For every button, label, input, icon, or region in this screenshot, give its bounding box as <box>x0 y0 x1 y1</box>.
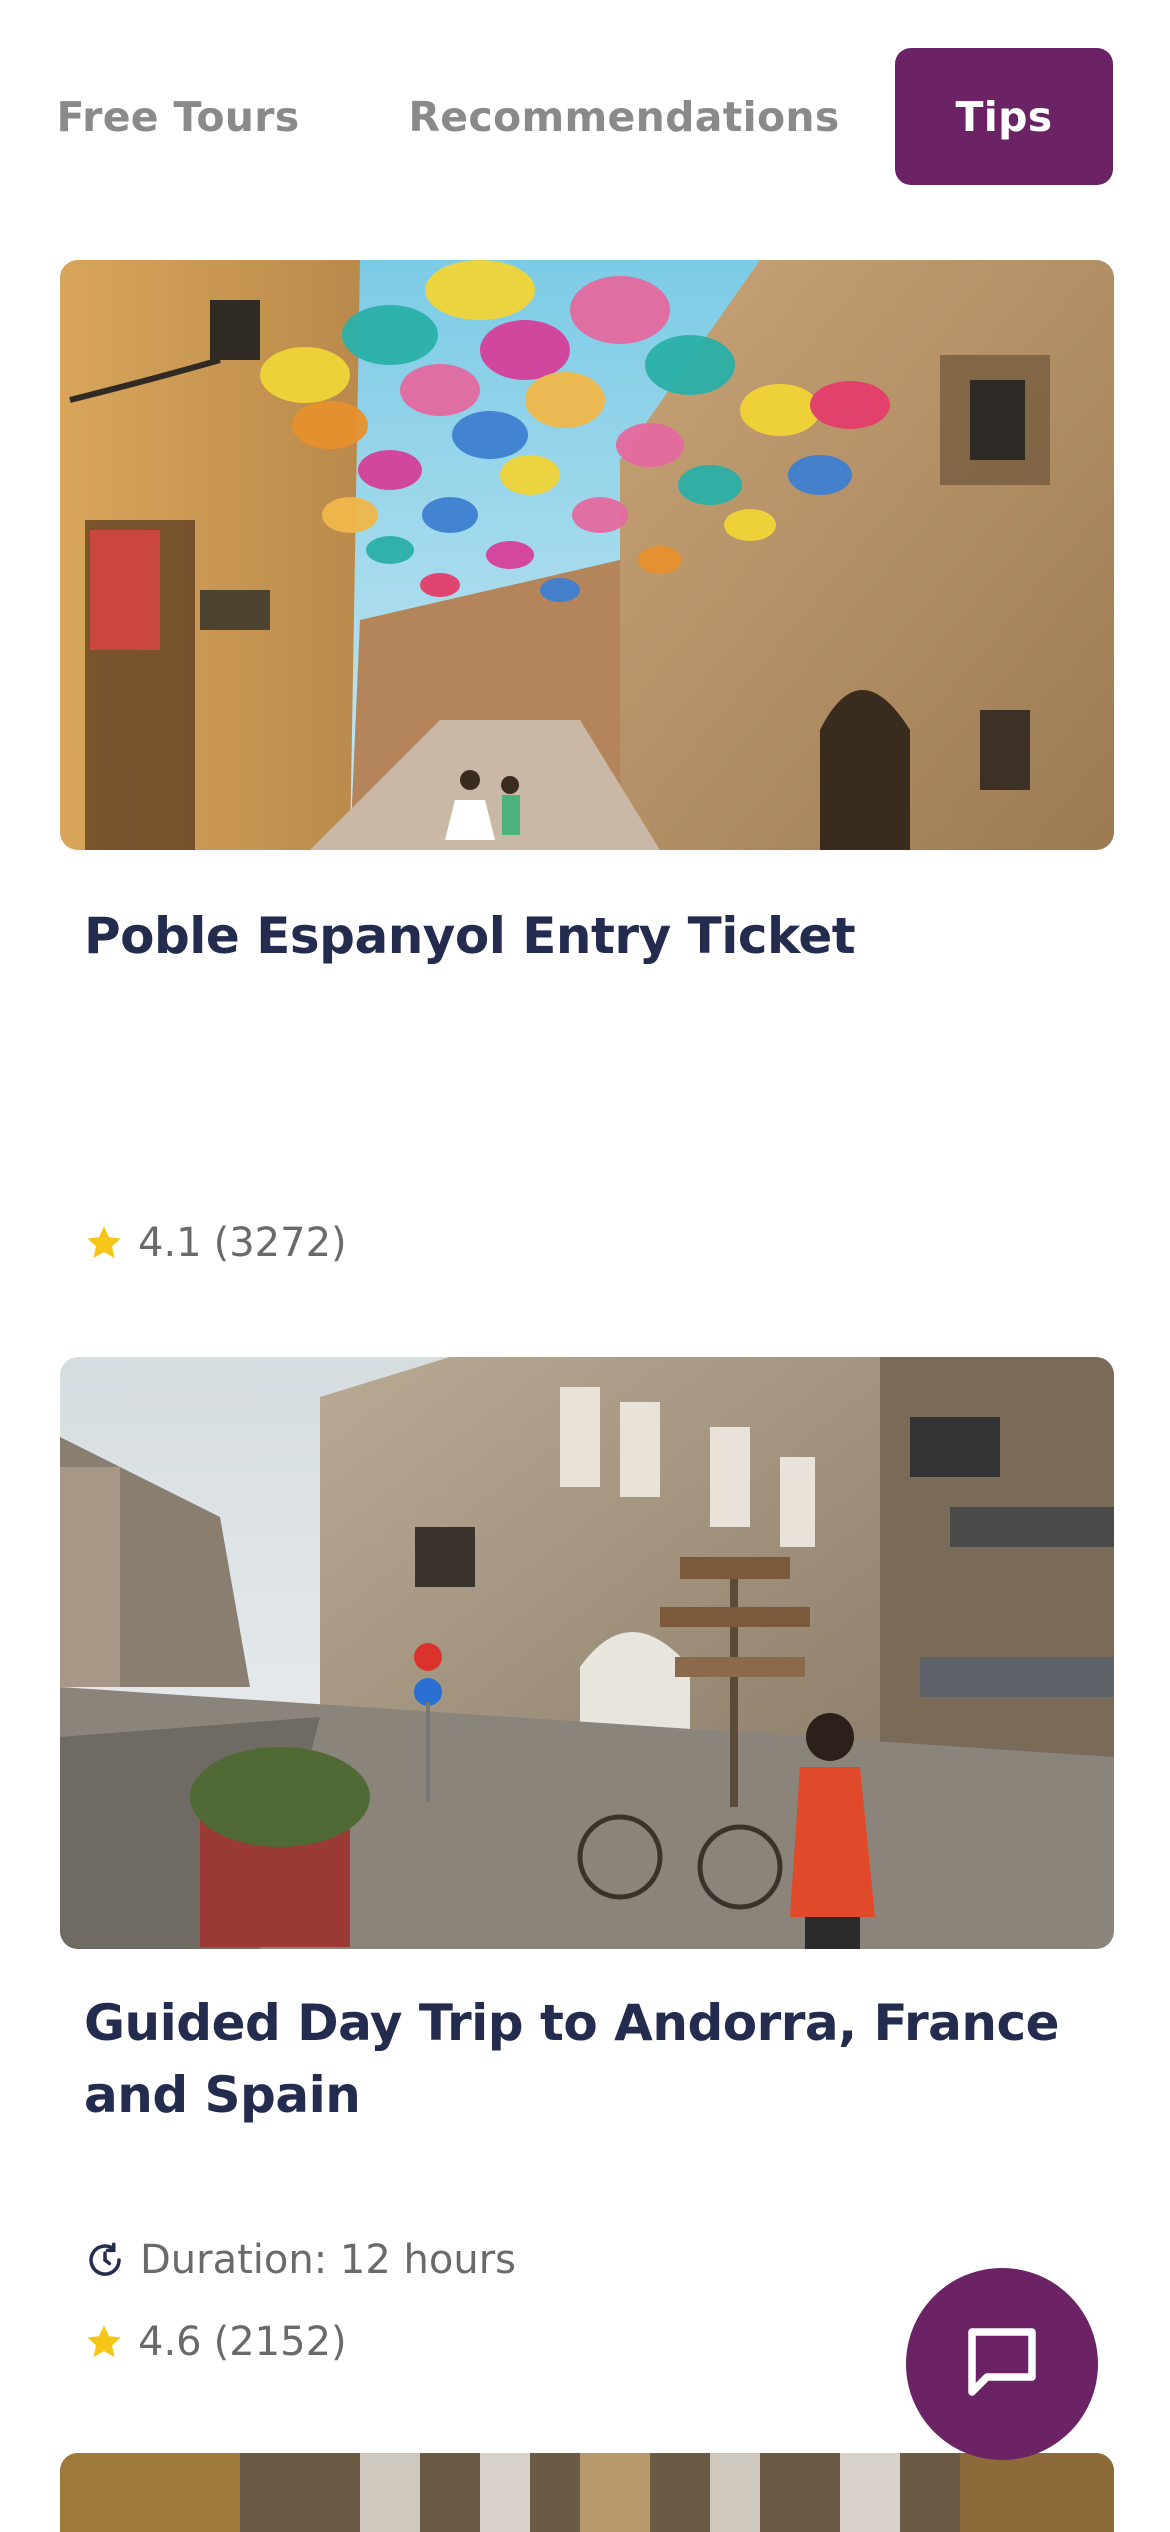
star-icon <box>84 1223 124 1263</box>
duration-text: Duration: 12 hours <box>140 2237 516 2283</box>
interior-photo <box>60 2453 1114 2532</box>
village-street-photo <box>60 1357 1114 1949</box>
card-image[interactable] <box>60 2453 1114 2532</box>
tour-card[interactable]: Guided Day Trip to Andorra, France and S… <box>60 1357 1114 2367</box>
review-count: (2152) <box>213 2319 347 2365</box>
rating-row: 4.6 (2152) <box>84 2319 347 2365</box>
tab-free-tours[interactable]: Free Tours <box>38 48 318 185</box>
clock-icon <box>84 2239 126 2281</box>
review-count: (3272) <box>213 1220 347 1266</box>
rating-value: 4.6 <box>138 2319 202 2365</box>
chat-bubble-icon <box>957 2317 1047 2411</box>
chat-button[interactable] <box>906 2268 1098 2460</box>
rating-row: 4.1 (3272) <box>84 1220 347 1266</box>
card-title[interactable]: Poble Espanyol Entry Ticket <box>84 900 1084 972</box>
rating-value: 4.1 <box>138 1220 202 1266</box>
tab-recommendations[interactable]: Recommendations <box>400 48 848 185</box>
card-title[interactable]: Guided Day Trip to Andorra, France and S… <box>84 1987 1084 2131</box>
umbrella-street-photo <box>60 260 1114 850</box>
tour-card[interactable] <box>60 2453 1114 2532</box>
duration-row: Duration: 12 hours <box>84 2237 516 2283</box>
tour-card[interactable]: Poble Espanyol Entry Ticket 4.1 (3272) <box>60 260 1114 1310</box>
card-image[interactable] <box>60 1357 1114 1949</box>
tab-tips[interactable]: Tips <box>895 48 1113 185</box>
card-image[interactable] <box>60 260 1114 850</box>
tab-bar: Free Tours Recommendations Tips <box>0 48 1170 185</box>
star-icon <box>84 2322 124 2362</box>
